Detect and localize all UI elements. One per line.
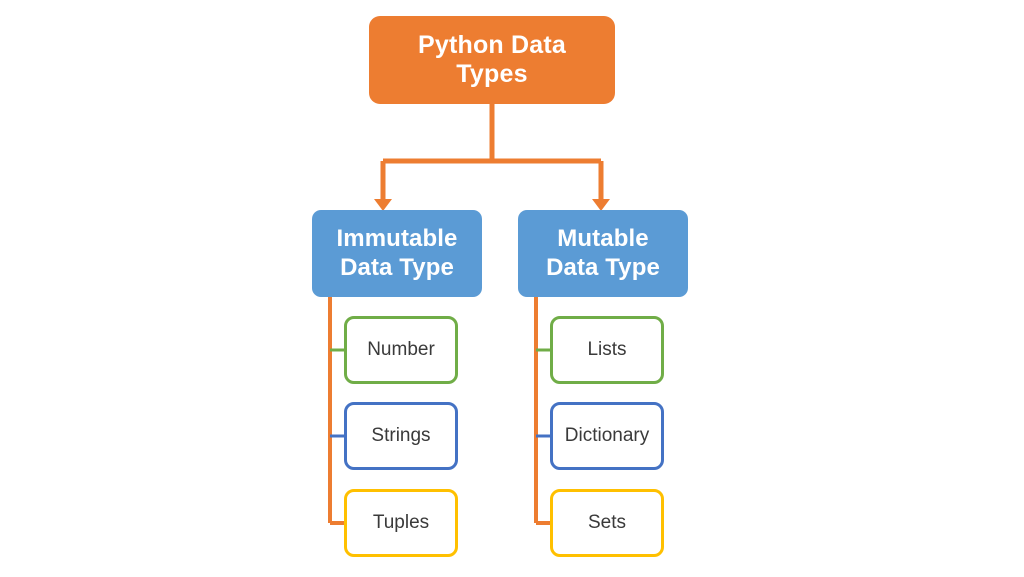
node-dictionary[interactable]: Dictionary <box>550 402 664 470</box>
node-strings-label: Strings <box>371 424 431 446</box>
node-tuples-label: Tuples <box>372 511 430 533</box>
node-number-label: Number <box>367 338 435 360</box>
node-immutable-label-line2: Data Type <box>340 253 454 281</box>
node-mutable-label-line1: Mutable <box>557 225 649 253</box>
node-immutable-label: Immutable Data Type <box>337 225 458 282</box>
node-immutable-label-line1: Immutable <box>336 225 458 253</box>
node-root-label: Python Data Types <box>418 31 566 90</box>
node-sets-label: Sets <box>587 511 627 533</box>
node-lists[interactable]: Lists <box>550 316 664 384</box>
node-root-label-line1: Python Data <box>417 30 567 59</box>
node-strings[interactable]: Strings <box>344 402 458 470</box>
node-mutable-label: Mutable Data Type <box>546 225 660 282</box>
node-mutable-label-line2: Data Type <box>546 253 660 281</box>
node-dictionary-label: Dictionary <box>564 424 650 446</box>
node-immutable-data-type[interactable]: Immutable Data Type <box>312 210 482 297</box>
node-sets[interactable]: Sets <box>550 489 664 557</box>
node-tuples[interactable]: Tuples <box>344 489 458 557</box>
diagram-canvas: Python Data Types Immutable Data Type Mu… <box>0 0 1024 577</box>
node-number[interactable]: Number <box>344 316 458 384</box>
node-mutable-data-type[interactable]: Mutable Data Type <box>518 210 688 297</box>
node-lists-label: Lists <box>587 338 627 360</box>
node-root-label-line2: Types <box>456 60 528 88</box>
node-python-data-types[interactable]: Python Data Types <box>369 16 615 104</box>
